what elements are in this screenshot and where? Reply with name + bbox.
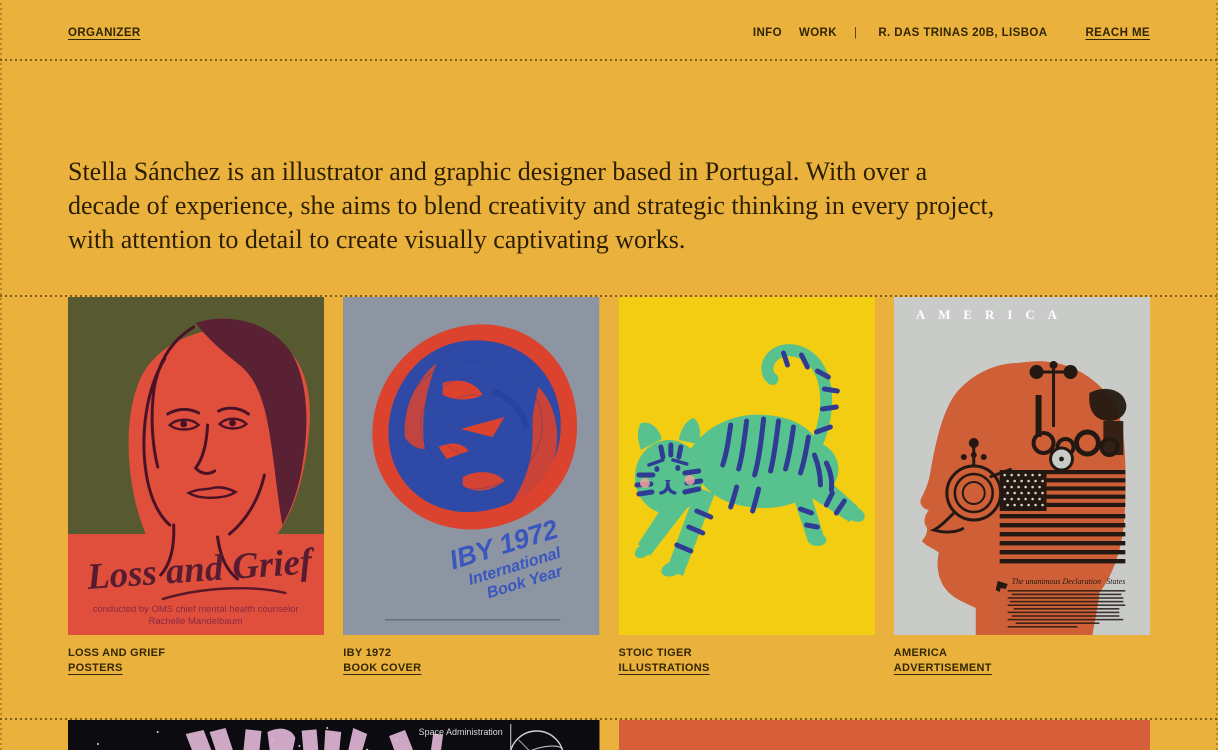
orange-poster-artwork [619,720,1151,750]
stoic-tiger-thumbnail[interactable] [619,297,875,635]
project-category-link[interactable]: ADVERTISEMENT [894,662,992,674]
page-edge-dashes-left [0,0,2,750]
nav-work[interactable]: WORK [799,27,837,39]
iby-1972-artwork: IBY 1972 International Book Year [343,297,599,635]
intro-line-1: Stella Sánchez is an illustrator and gra… [68,155,1150,189]
address-text: R. DAS TRINAS 20B, LISBOA [878,27,1047,39]
gallery-row-2: Space Administration [0,720,1218,750]
intro-line-3: with attention to detail to create visua… [68,223,1150,257]
america-thumbnail[interactable]: AMERICA [894,297,1150,635]
loss-and-grief-thumbnail[interactable]: Loss and Grief conducted by OMS chief me… [68,297,324,635]
project-title: STOIC TIGER [619,647,875,659]
intro-line-2: decade of experience, she aims to blend … [68,189,1150,223]
poster-fine-print-left: The unanimous Declaration [1011,577,1100,586]
intro-paragraph: Stella Sánchez is an illustrator and gra… [68,155,1150,257]
header-separator [0,59,1218,61]
iby-1972-thumbnail[interactable]: IBY 1972 International Book Year [343,297,599,635]
america-artwork: AMERICA [894,297,1150,635]
project-category-link[interactable]: BOOK COVER [343,662,421,674]
gallery-item-stoic-tiger: STOIC TIGER ILLUSTRATIONS [619,297,875,674]
poster-credit-line-1: conducted by OMS chief mental health cou… [93,604,299,615]
project-category-link[interactable]: POSTERS [68,662,123,674]
gallery-row-1: Loss and Grief conducted by OMS chief me… [0,297,1218,674]
logo-link[interactable]: ORGANIZER [68,27,141,39]
project-category-link[interactable]: ILLUSTRATIONS [619,662,710,674]
orange-poster-thumbnail[interactable] [619,720,1151,750]
caption-loss-and-grief: LOSS AND GRIEF POSTERS [68,647,324,674]
poster-fine-print-right: States [1106,577,1125,586]
caption-stoic-tiger: STOIC TIGER ILLUSTRATIONS [619,647,875,674]
nav-divider: | [854,27,857,39]
stoic-tiger-artwork [619,297,875,635]
nav-info[interactable]: INFO [753,27,782,39]
gallery-item-america: AMERICA [894,297,1150,674]
project-title: LOSS AND GRIEF [68,647,324,659]
poster-title-america: AMERICA [916,307,1070,322]
main-nav: INFO WORK | R. DAS TRINAS 20B, LISBOA RE… [736,27,1150,39]
poster-credit-line-2: Rachelle Mandelbaum [149,616,243,627]
space-administration-label: Space Administration [419,727,503,737]
gallery-item-iby-1972: IBY 1972 International Book Year IBY 197… [343,297,599,674]
caption-iby-1972: IBY 1972 BOOK COVER [343,647,599,674]
loss-and-grief-artwork: Loss and Grief conducted by OMS chief me… [68,297,324,635]
site-header: ORGANIZER INFO WORK | R. DAS TRINAS 20B,… [0,0,1218,59]
space-poster-artwork: Space Administration [68,720,600,750]
project-title: AMERICA [894,647,1150,659]
project-title: IBY 1972 [343,647,599,659]
gallery-item-loss-and-grief: Loss and Grief conducted by OMS chief me… [68,297,324,674]
reach-me-link[interactable]: REACH ME [1085,27,1150,39]
caption-america: AMERICA ADVERTISEMENT [894,647,1150,674]
space-poster-thumbnail[interactable]: Space Administration [68,720,600,750]
